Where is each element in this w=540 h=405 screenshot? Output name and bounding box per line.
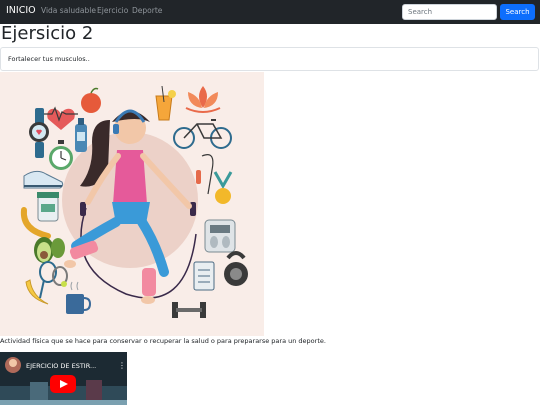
play-button-icon[interactable] (50, 375, 76, 393)
nav-link-vida-saludable[interactable]: Vida saludable (41, 6, 96, 15)
nav-link-ejercicio[interactable]: Ejercicio (97, 6, 128, 15)
scale-icon (204, 219, 236, 253)
navbar-brand[interactable]: INICIO (6, 5, 36, 16)
search-input[interactable] (402, 4, 497, 20)
youtube-video-embed[interactable]: EJERCICIO DE ESTIR... ⋮ (0, 352, 127, 405)
video-menu-icon[interactable]: ⋮ (118, 361, 126, 370)
card-text: Fortalecer tus musculos.. (8, 55, 90, 63)
clipboard-icon (193, 261, 215, 291)
nav-link-deporte[interactable]: Deporte (132, 6, 162, 15)
search-button[interactable]: Search (500, 4, 535, 20)
fitness-illustration (0, 72, 264, 336)
page-title: Ejersicio 2 (1, 23, 94, 44)
video-title[interactable]: EJERCICIO DE ESTIR... (26, 362, 96, 370)
activity-description: Actividad física que se hace para conser… (0, 337, 326, 345)
supplement-jar-icon (37, 192, 59, 222)
intro-card: Fortalecer tus musculos.. (0, 47, 539, 71)
top-navbar: INICIO Vida saludable Ejercicio Deporte … (0, 0, 540, 24)
